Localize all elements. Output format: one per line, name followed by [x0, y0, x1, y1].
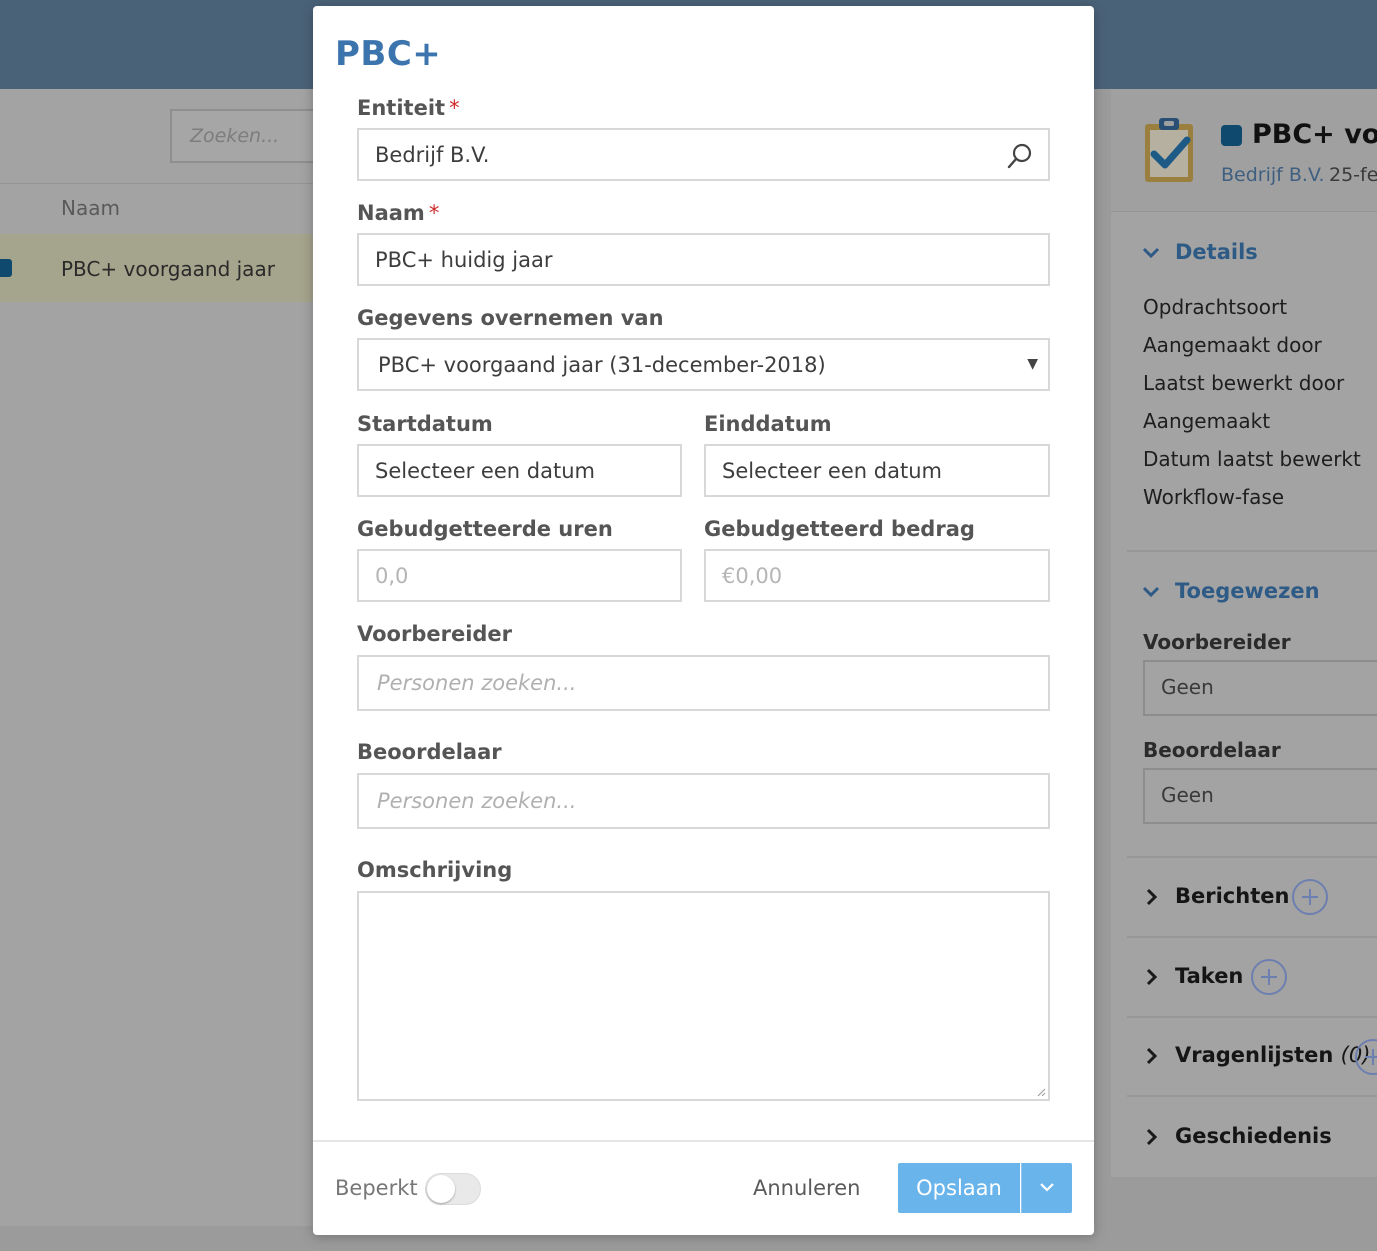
list-item-label: PBC+ voorgaand jaar — [61, 257, 275, 281]
section-history-title[interactable]: Geschiedenis — [1175, 1124, 1332, 1148]
list-item[interactable]: PBC+ voorgaand jaar — [0, 234, 320, 302]
detail-label: Datum laatst bewerkt — [1143, 447, 1361, 471]
budget-hours-placeholder: 0,0 — [375, 563, 409, 588]
toggle-knob — [427, 1175, 455, 1203]
preparer-select[interactable]: Geen — [1143, 660, 1377, 716]
dropdown-arrow-icon: ▼ — [1027, 356, 1038, 372]
restricted-label: Beperkt — [335, 1176, 418, 1200]
budget-hours-label: Gebudgetteerde uren — [357, 517, 613, 541]
chevron-right-icon[interactable] — [1141, 1127, 1161, 1147]
copy-from-label: Gegevens overnemen van — [357, 306, 664, 330]
panel-title: PBC+ voo — [1252, 119, 1377, 150]
section-details-title[interactable]: Details — [1175, 240, 1258, 264]
section-questionnaires-title[interactable]: Vragenlijsten (0) — [1175, 1043, 1370, 1067]
end-date-label: Einddatum — [704, 412, 832, 436]
reviewer-select[interactable]: Geen — [1143, 768, 1377, 824]
add-task-icon[interactable] — [1251, 959, 1287, 995]
add-message-icon[interactable] — [1292, 879, 1328, 915]
reviewer-search-input[interactable]: Personen zoeken... — [357, 773, 1050, 829]
name-value: PBC+ huidig jaar — [375, 247, 553, 272]
clipboard-check-icon — [1145, 118, 1193, 182]
footer-divider — [313, 1140, 1094, 1142]
section-tasks-title[interactable]: Taken — [1175, 964, 1243, 988]
chevron-down-icon[interactable] — [1141, 582, 1161, 602]
chevron-right-icon[interactable] — [1141, 887, 1161, 907]
divider — [1127, 550, 1377, 552]
section-assigned-title[interactable]: Toegewezen — [1175, 579, 1320, 603]
section-messages-title[interactable]: Berichten — [1175, 884, 1289, 908]
entity-label: Entiteit * — [357, 96, 460, 120]
start-date-field[interactable]: Selecteer een datum — [357, 444, 682, 497]
preparer-label: Voorbereider — [357, 622, 513, 646]
chevron-down-icon[interactable] — [1141, 243, 1161, 263]
reviewer-label: Beoordelaar — [1143, 738, 1281, 762]
resize-grip-icon[interactable] — [1036, 1087, 1046, 1097]
reviewer-label: Beoordelaar — [357, 740, 502, 764]
column-header-name[interactable]: Naam — [61, 196, 120, 220]
save-button[interactable]: Opslaan — [898, 1163, 1020, 1213]
end-date-field[interactable]: Selecteer een datum — [704, 444, 1050, 497]
divider — [1127, 1095, 1377, 1097]
status-marker — [1221, 125, 1242, 146]
preparer-search-input[interactable]: Personen zoeken... — [357, 655, 1050, 711]
search-icon[interactable] — [1006, 142, 1034, 170]
budget-amount-placeholder: €0,00 — [722, 563, 783, 588]
budget-amount-label: Gebudgetteerd bedrag — [704, 517, 975, 541]
divider — [1127, 1016, 1377, 1018]
detail-label: Aangemaakt door — [1143, 333, 1322, 357]
status-marker — [0, 259, 12, 277]
add-questionnaire-icon[interactable] — [1355, 1039, 1377, 1075]
detail-label: Aangemaakt — [1143, 409, 1271, 433]
name-label: Naam * — [357, 201, 440, 225]
chevron-right-icon[interactable] — [1141, 967, 1161, 987]
modal-title: PBC+ — [335, 34, 442, 74]
chevron-right-icon[interactable] — [1141, 1046, 1161, 1066]
entity-value: Bedrijf B.V. — [375, 142, 490, 167]
detail-panel: PBC+ voo Bedrijf B.V. 25-fe Details Opdr… — [1111, 89, 1377, 1177]
save-options-button[interactable] — [1021, 1163, 1072, 1213]
detail-label: Laatst bewerkt door — [1143, 371, 1345, 395]
divider — [1127, 936, 1377, 938]
budget-hours-field[interactable]: 0,0 — [357, 549, 682, 602]
chevron-down-icon — [1040, 1183, 1054, 1192]
entity-field[interactable]: Bedrijf B.V. — [357, 128, 1050, 181]
detail-label: Opdrachtsoort — [1143, 295, 1288, 319]
reviewer-placeholder: Personen zoeken... — [377, 789, 577, 813]
start-date-value: Selecteer een datum — [375, 458, 595, 483]
questionnaires-label: Vragenlijsten — [1175, 1043, 1334, 1067]
cancel-button[interactable]: Annuleren — [753, 1176, 860, 1200]
preparer-label: Voorbereider — [1143, 630, 1291, 654]
restricted-toggle[interactable] — [425, 1173, 481, 1205]
start-date-label: Startdatum — [357, 412, 493, 436]
required-mark: * — [449, 96, 460, 120]
panel-date: 25-fe — [1329, 164, 1377, 186]
copy-from-select[interactable]: PBC+ voorgaand jaar (31-december-2018) ▼ — [357, 338, 1050, 391]
end-date-value: Selecteer een datum — [722, 458, 942, 483]
budget-amount-field[interactable]: €0,00 — [704, 549, 1050, 602]
detail-label: Workflow-fase — [1143, 485, 1285, 509]
detail-panel-header: PBC+ voo Bedrijf B.V. 25-fe — [1111, 89, 1377, 212]
create-pbc-modal: PBC+ Entiteit * Bedrijf B.V. Naam * PBC+ h… — [313, 6, 1094, 1235]
required-mark: * — [428, 201, 440, 225]
divider — [1127, 856, 1377, 858]
description-textarea[interactable] — [357, 891, 1050, 1101]
list-divider — [0, 183, 320, 184]
name-field[interactable]: PBC+ huidig jaar — [357, 233, 1050, 286]
description-label: Omschrijving — [357, 858, 513, 882]
copy-from-value: PBC+ voorgaand jaar (31-december-2018) — [378, 352, 826, 377]
panel-entity-link[interactable]: Bedrijf B.V. — [1221, 164, 1325, 186]
list-search-input[interactable]: Zoeken... — [170, 109, 320, 163]
preparer-placeholder: Personen zoeken... — [377, 671, 577, 695]
